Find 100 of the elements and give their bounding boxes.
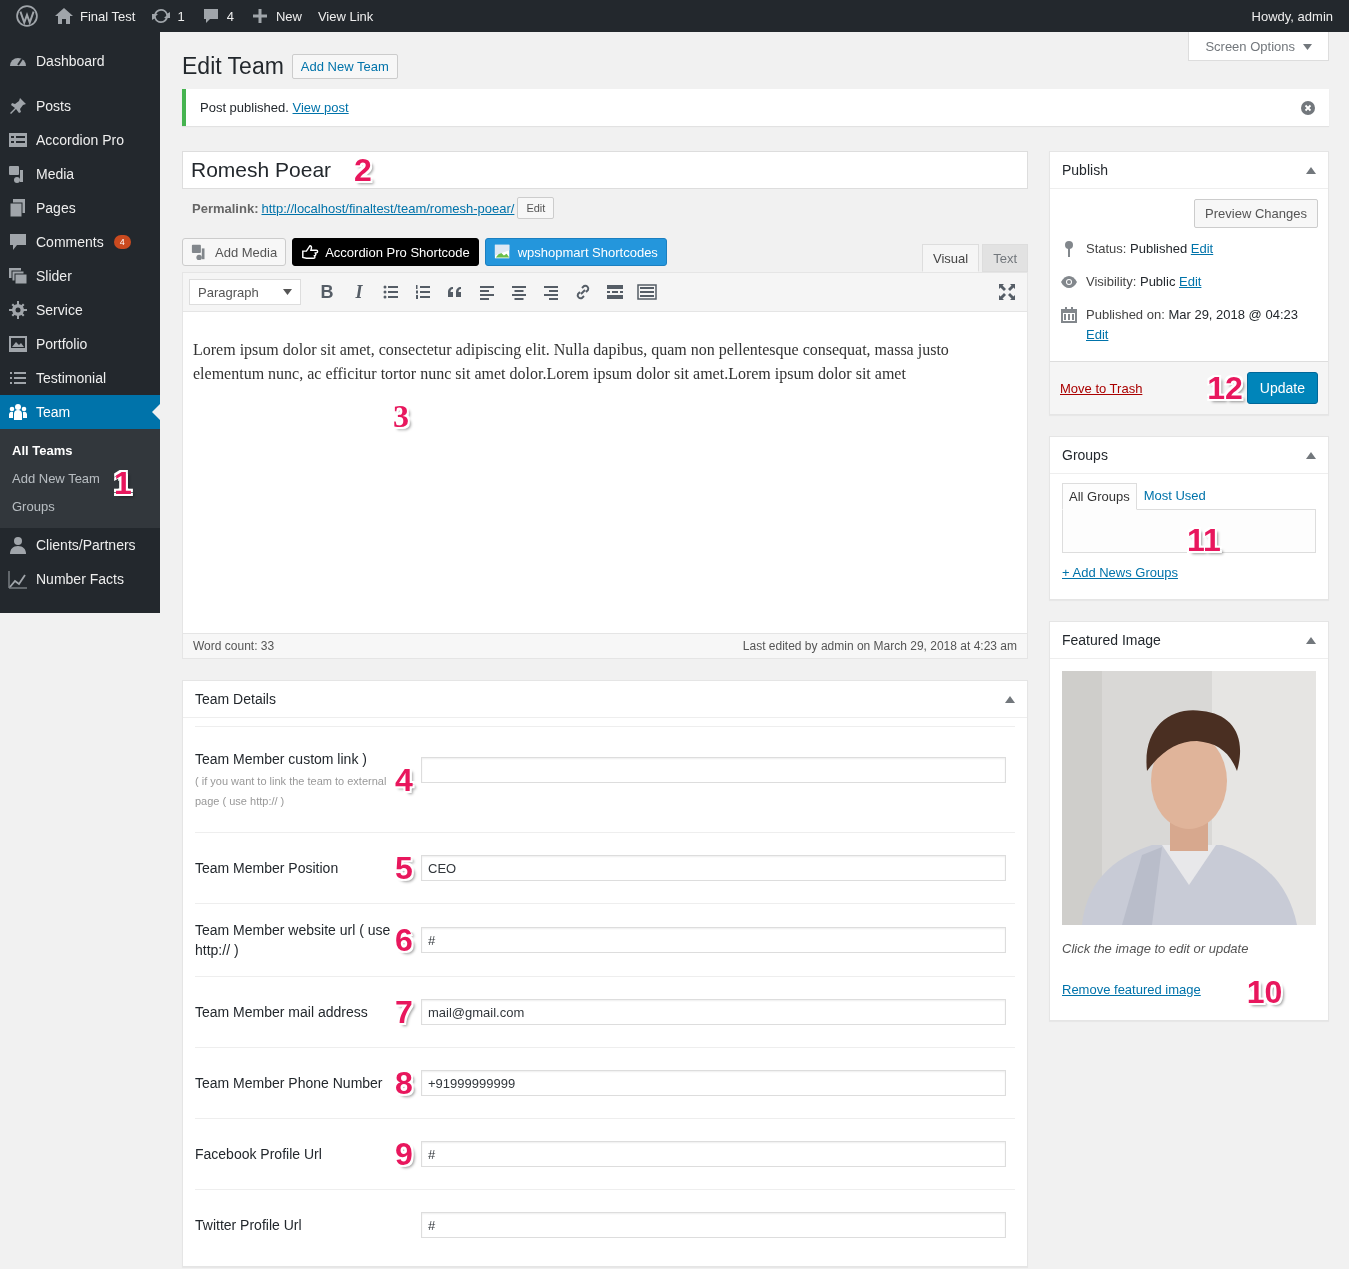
text-field[interactable]: CEO bbox=[421, 855, 1006, 881]
toolbar-item[interactable]: New bbox=[275, 8, 302, 24]
edit-link[interactable]: Edit bbox=[1190, 241, 1214, 256]
account-greeting[interactable]: Howdy, admin bbox=[1251, 8, 1341, 24]
collapse-arrow-icon[interactable] bbox=[1306, 451, 1316, 459]
screen-options-tab[interactable]: Screen Options bbox=[1188, 32, 1329, 61]
word-count: Word count: 33 bbox=[193, 639, 275, 653]
field-hint: ( if you want to link the team to external page ( use http:// ) bbox=[195, 774, 388, 809]
annotation-number: 8 bbox=[395, 1065, 413, 1101]
chart-icon bbox=[8, 569, 28, 589]
dismiss-icon[interactable] bbox=[1301, 100, 1315, 115]
field-label: Team Member mail address bbox=[195, 1003, 369, 1022]
menu-item[interactable]: Testimonial bbox=[0, 361, 160, 395]
caret-icon bbox=[1303, 43, 1312, 50]
field-label: Team Member Phone Number bbox=[195, 1074, 384, 1093]
publish-info: Visibility: Public Edit bbox=[1086, 273, 1202, 291]
edit-button[interactable]: Edit bbox=[517, 197, 555, 219]
panel-title: Publish bbox=[1062, 162, 1108, 178]
annotation-number: 4 bbox=[395, 762, 413, 798]
field-label: Facebook Profile Url bbox=[195, 1145, 323, 1164]
image-caption: Click the image to edit or update bbox=[1062, 941, 1250, 956]
annotation-number: 2 bbox=[354, 154, 372, 186]
menu-item[interactable]: Number Facts bbox=[0, 562, 160, 596]
menu-item[interactable]: Slider bbox=[0, 259, 160, 293]
frame-icon bbox=[8, 334, 28, 354]
count-badge: 4 bbox=[113, 235, 131, 249]
text-field[interactable]: +91999999999 bbox=[421, 1070, 1006, 1096]
permalink-label: Permalink: bbox=[192, 200, 259, 216]
last-edited-text: Last edited by admin on March 29, 2018 at 4:23 am bbox=[742, 639, 1017, 653]
caret-icon bbox=[283, 289, 292, 295]
menu-item[interactable]: Portfolio bbox=[0, 327, 160, 361]
permalink-url[interactable]: http://localhost/finaltest/team/romesh-poear/ bbox=[261, 200, 515, 216]
menu-item[interactable]: Pages bbox=[0, 191, 160, 225]
preview-button[interactable]: Preview Changes bbox=[1194, 199, 1318, 228]
bold-button[interactable]: B bbox=[313, 278, 341, 306]
submenu-item[interactable]: All Teams bbox=[12, 442, 73, 458]
panel-title: Groups bbox=[1062, 447, 1108, 463]
text-field[interactable]: # bbox=[421, 1212, 1006, 1238]
text-field[interactable]: mail@gmail.com bbox=[421, 999, 1006, 1025]
menu-item[interactable]: Team bbox=[0, 395, 160, 429]
image-icon bbox=[493, 243, 512, 261]
toolbar-item[interactable]: Final Test bbox=[80, 8, 136, 24]
pin-icon bbox=[8, 96, 28, 116]
collapse-arrow-icon[interactable] bbox=[1306, 636, 1316, 644]
annotation-number: 7 bbox=[395, 994, 413, 1030]
edit-link[interactable]: Edit bbox=[1179, 274, 1202, 289]
publish-info: Published on: Mar 29, 2018 @ 04:23 Edit bbox=[1086, 306, 1299, 344]
field-label: Team Member Position bbox=[195, 859, 340, 878]
menu-item[interactable]: Service bbox=[0, 293, 160, 327]
add-new-button[interactable]: Add New Team bbox=[291, 54, 398, 79]
menu-item[interactable]: Posts bbox=[0, 89, 160, 123]
trash-link[interactable]: Move to Trash bbox=[1060, 380, 1208, 396]
text-field[interactable]: # bbox=[421, 1141, 1006, 1167]
add-media-button[interactable]: Add Media bbox=[182, 238, 287, 266]
annotation-number: 11 bbox=[1187, 524, 1221, 556]
toolbar-item[interactable]: 4 bbox=[226, 8, 234, 24]
panel-title: Team Details bbox=[195, 691, 276, 707]
menu-item[interactable]: Dashboard bbox=[0, 44, 160, 78]
edit-link[interactable]: Edit bbox=[1086, 327, 1109, 342]
collapse-arrow-icon[interactable] bbox=[1306, 166, 1316, 174]
remove-image-link[interactable]: Remove featured image bbox=[1062, 981, 1201, 997]
menu-item[interactable]: Accordion Pro bbox=[0, 123, 160, 157]
editor-tab[interactable]: Text bbox=[982, 244, 1028, 272]
submenu-item[interactable]: Groups bbox=[12, 498, 55, 514]
menu-item[interactable]: Comments 4 bbox=[0, 225, 160, 259]
groups-tab[interactable]: Most Used bbox=[1136, 482, 1213, 509]
field-label: Team Member website url ( use http:// ) bbox=[195, 921, 392, 960]
bubble-icon bbox=[8, 232, 28, 252]
annotation-number: 9 bbox=[395, 1136, 413, 1172]
notice-text: Post published. View post bbox=[200, 100, 350, 115]
add-group-link[interactable]: + Add News Groups bbox=[1062, 565, 1178, 580]
text-field[interactable]: # bbox=[421, 927, 1006, 953]
toolbar-item[interactable]: 1 bbox=[177, 8, 185, 24]
editor-tab[interactable]: Visual bbox=[921, 244, 980, 272]
gear-icon bbox=[8, 300, 28, 320]
calendar-icon bbox=[1060, 306, 1078, 324]
wordpress-logo-icon bbox=[16, 5, 38, 27]
field-label: Twitter Profile Url bbox=[195, 1216, 303, 1235]
house-icon bbox=[54, 6, 74, 26]
panel-title: Featured Image bbox=[1062, 632, 1161, 648]
submenu-item[interactable]: Add New Team bbox=[12, 470, 100, 486]
collapse-arrow-icon[interactable] bbox=[1005, 695, 1015, 703]
pages-icon bbox=[8, 198, 28, 218]
format-dropdown[interactable]: Paragraph bbox=[189, 279, 301, 305]
publish-info: Status: Published Edit bbox=[1086, 240, 1214, 258]
text-field[interactable] bbox=[421, 757, 1006, 783]
annotation-number: 12 bbox=[1207, 372, 1243, 404]
post-content: Lorem ipsum dolor sit amet, consectetur adipiscing elit. Nulla dapibus, quam non pellentesque consequat, massa justo elementum nunc, ac efficitur tortor nunc sit amet dolor.Lorem ipsum dolor sit amet.Lorem ipsum dolor sit amet bbox=[193, 340, 950, 385]
toolbar-link[interactable]: View Link bbox=[317, 8, 374, 24]
view-post-link[interactable]: View post bbox=[292, 100, 349, 115]
menu-item[interactable]: Media bbox=[0, 157, 160, 191]
menu-item[interactable]: Clients/Partners bbox=[0, 528, 160, 562]
refresh-icon bbox=[151, 6, 172, 26]
shortcode-button[interactable]: Accordion Pro Shortcode bbox=[292, 238, 479, 266]
update-button[interactable]: Update bbox=[1246, 372, 1318, 404]
groups-tab[interactable]: All Groups bbox=[1062, 483, 1137, 510]
list-box-icon bbox=[8, 130, 28, 150]
images-icon bbox=[8, 266, 28, 286]
italic-button[interactable]: I bbox=[345, 278, 373, 306]
people-icon bbox=[8, 402, 28, 422]
